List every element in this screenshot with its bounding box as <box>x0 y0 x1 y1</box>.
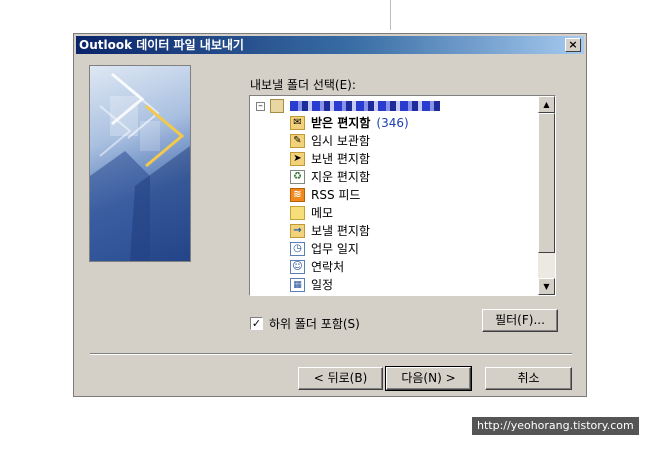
back-button[interactable]: < 뒤로(B) <box>298 367 383 390</box>
tree-item-deleted[interactable]: ♻ 지운 편지함 <box>290 168 370 185</box>
cancel-button[interactable]: 취소 <box>485 367 572 390</box>
tree-item-label: RSS 피드 <box>311 188 361 202</box>
dialog-titlebar[interactable]: Outlook 데이터 파일 내보내기 × <box>76 36 584 54</box>
tree-scrollbar[interactable]: ▲ ▼ <box>538 96 555 295</box>
tree-item-label: 메모 <box>311 206 334 220</box>
tree-item-label: 지운 편지함 <box>311 170 371 184</box>
arrow-down-icon: ▼ <box>543 282 550 291</box>
dialog-title: Outlook 데이터 파일 내보내기 <box>79 38 244 52</box>
tree-root-row[interactable]: – <box>256 98 440 114</box>
tree-item-label: 임시 보관함 <box>311 134 371 148</box>
watermark-url: http://yeohorang.tistory.com <box>472 417 639 435</box>
mailbox-icon <box>270 99 284 113</box>
tree-item-calendar[interactable]: ▦ 일정 <box>290 276 333 293</box>
tree-item-notes[interactable]: 메모 <box>290 204 333 221</box>
folder-tree-content: – ✉ 받은 편지함 (346) ✎ 임시 보관함 ➤ 보낸 편지함 ♻ 지운 … <box>250 96 538 295</box>
inbox-icon: ✉ <box>290 115 305 130</box>
tree-item-label: 받은 편지함 <box>311 116 371 130</box>
unread-count: (346) <box>376 115 409 130</box>
notes-icon <box>290 205 305 220</box>
tree-item-label: 연락처 <box>311 260 345 274</box>
wizard-arrows-graphic <box>90 72 190 261</box>
include-subfolders-label: 하위 폴더 포함(S) <box>269 317 360 331</box>
include-subfolders-option[interactable]: ✓ 하위 폴더 포함(S) <box>250 315 360 332</box>
scroll-thumb[interactable] <box>538 113 555 253</box>
scroll-down-button[interactable]: ▼ <box>538 278 555 295</box>
deleted-items-icon: ♻ <box>290 169 305 184</box>
tree-item-contacts[interactable]: ☺ 연락처 <box>290 258 344 275</box>
tree-item-label: 일정 <box>311 278 334 292</box>
drafts-icon: ✎ <box>290 133 305 148</box>
tree-item-label: 업무 일지 <box>311 242 359 256</box>
scroll-up-button[interactable]: ▲ <box>538 96 555 113</box>
tree-item-outbox[interactable]: → 보낼 편지함 <box>290 222 370 239</box>
journal-icon: ◷ <box>290 241 305 256</box>
dialog-separator <box>90 353 572 355</box>
sent-items-icon: ➤ <box>290 151 305 166</box>
wizard-illustration <box>89 65 191 262</box>
close-icon: × <box>568 38 578 51</box>
folder-tree[interactable]: – ✉ 받은 편지함 (346) ✎ 임시 보관함 ➤ 보낸 편지함 ♻ 지운 … <box>249 95 556 296</box>
tree-item-inbox[interactable]: ✉ 받은 편지함 (346) <box>290 114 409 131</box>
next-button[interactable]: 다음(N) > <box>385 366 472 391</box>
contacts-icon: ☺ <box>290 259 305 274</box>
background-divider-line <box>390 0 391 30</box>
tree-item-journal[interactable]: ◷ 업무 일지 <box>290 240 359 257</box>
tree-item-label: 보낼 편지함 <box>311 224 371 238</box>
tree-item-rss[interactable]: ≋ RSS 피드 <box>290 186 360 203</box>
arrow-up-icon: ▲ <box>543 100 550 109</box>
folder-tree-label: 내보낼 폴더 선택(E): <box>250 78 356 92</box>
export-dialog: Outlook 데이터 파일 내보내기 × 내보낼 폴더 선택(E): – ✉ <box>73 33 587 397</box>
check-mark-icon: ✓ <box>251 317 262 330</box>
collapse-toggle[interactable]: – <box>256 101 265 111</box>
include-subfolders-checkbox[interactable]: ✓ <box>250 317 263 330</box>
outbox-icon: → <box>290 223 305 238</box>
filter-button[interactable]: 필터(F)... <box>482 309 558 332</box>
tree-item-drafts[interactable]: ✎ 임시 보관함 <box>290 132 370 149</box>
rss-icon: ≋ <box>290 187 305 202</box>
redacted-account-name <box>290 101 440 111</box>
tree-item-sent[interactable]: ➤ 보낸 편지함 <box>290 150 370 167</box>
close-button[interactable]: × <box>565 38 581 52</box>
calendar-icon: ▦ <box>290 277 305 292</box>
tree-item-label: 보낸 편지함 <box>311 152 371 166</box>
